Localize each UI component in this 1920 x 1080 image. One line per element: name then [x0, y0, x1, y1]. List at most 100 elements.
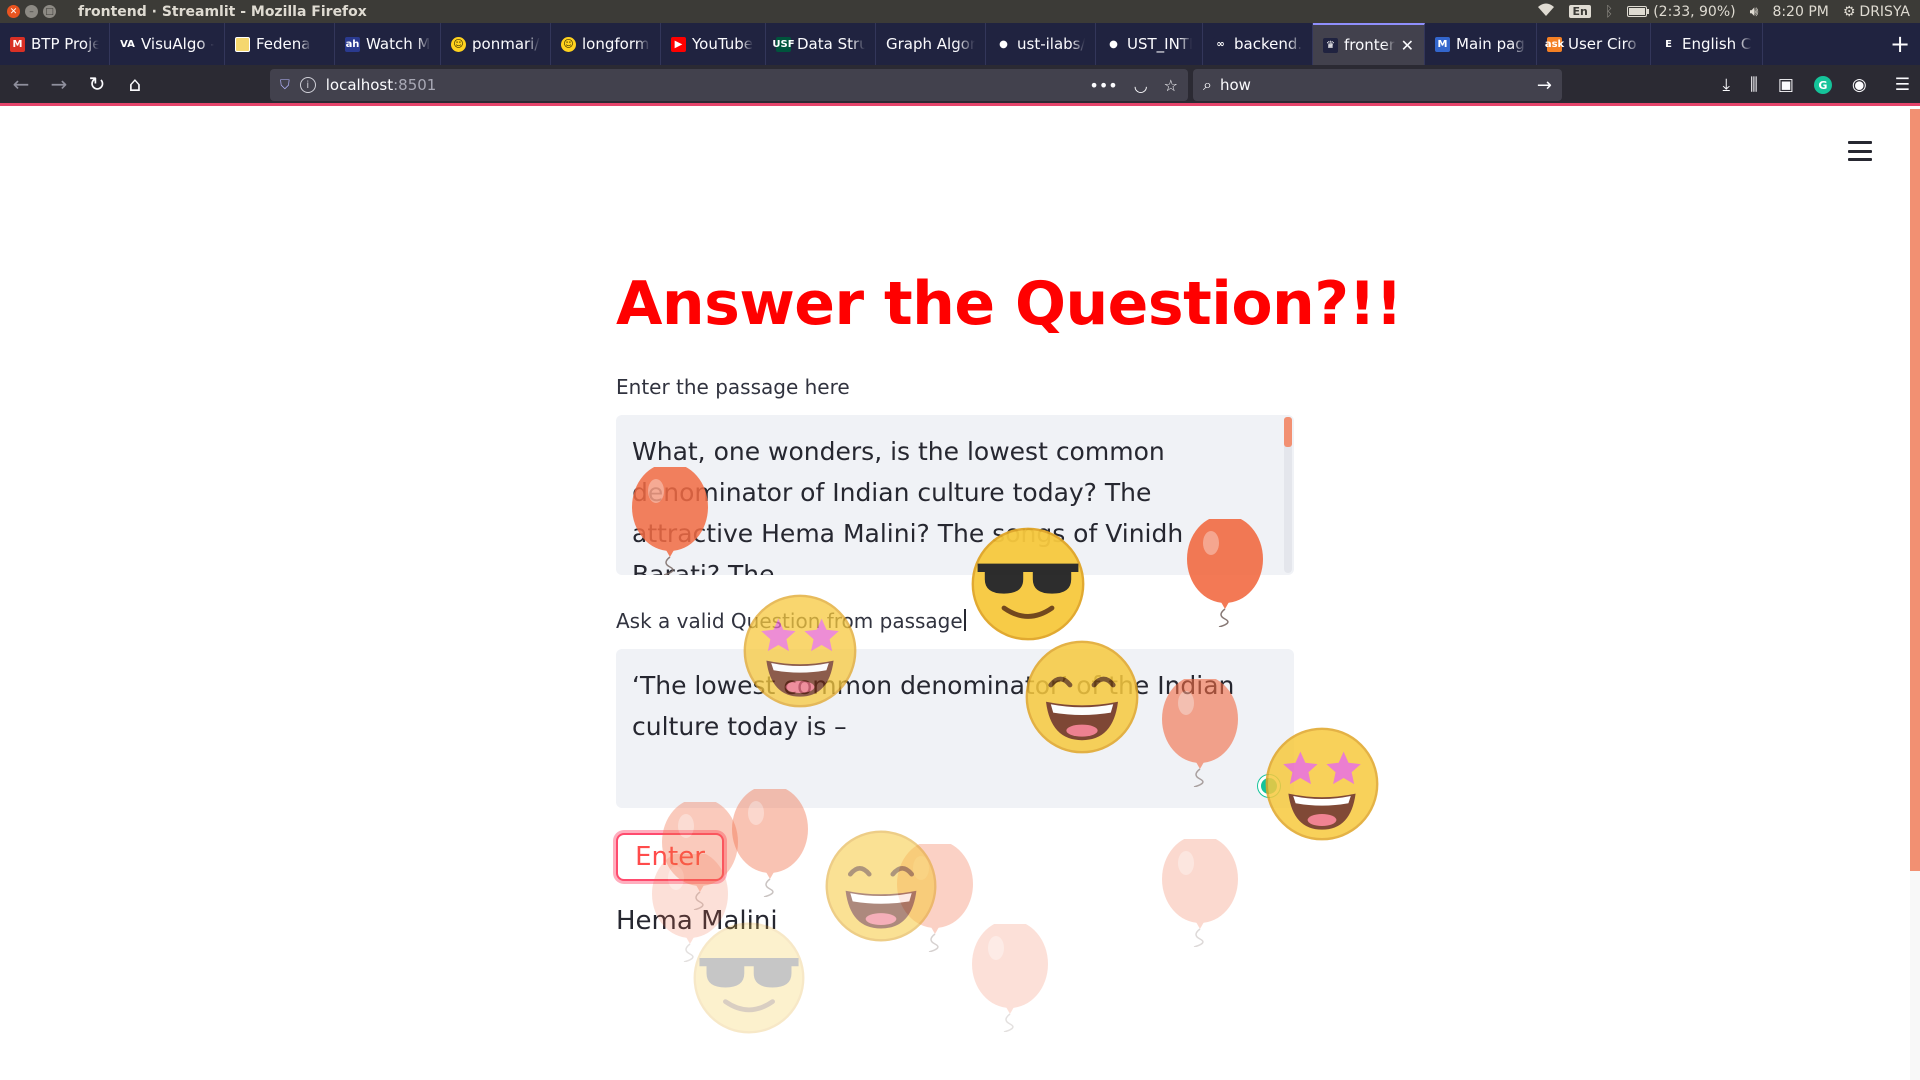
text-cursor	[963, 609, 966, 631]
usf-icon: USF	[772, 36, 795, 52]
tab-label: Main page	[1456, 35, 1526, 53]
grammarly-extension-icon[interactable]: G	[1813, 76, 1832, 94]
page-actions-menu-icon[interactable]: •••	[1089, 76, 1117, 95]
tab-label: longformer	[582, 35, 650, 53]
tab-14[interactable]: M Main page	[1425, 23, 1537, 65]
clock[interactable]: 8:20 PM	[1772, 4, 1828, 20]
answer-output: Hema Malini	[616, 906, 778, 936]
tab-5[interactable]: ☺ ponmari/Q	[441, 23, 551, 65]
url-host: localhost	[325, 76, 394, 94]
os-top-panel: ✕ – □ frontend · Streamlit - Mozilla Fir…	[0, 0, 1920, 23]
gear-icon: ⚙	[1842, 3, 1856, 20]
tab-close-icon[interactable]: ✕	[1401, 36, 1414, 55]
visualgo-icon: VA	[120, 36, 135, 52]
balloons-celebration	[0, 109, 1920, 1080]
passage-scrollbar[interactable]	[1284, 417, 1292, 573]
browser-tab-strip: M BTP Project VA VisuAlgo - Fedena ah Watch Mo…	[0, 23, 1920, 65]
tracking-protection-shield-icon[interactable]: ⛉	[280, 78, 290, 93]
page-icon	[235, 36, 250, 52]
youtube-icon: ▶	[671, 36, 686, 52]
tab-6[interactable]: ☺ longformer	[551, 23, 661, 65]
pocket-icon[interactable]: ◡	[1134, 76, 1148, 95]
huggingface-icon: ☺	[451, 36, 466, 52]
mediawiki-icon: M	[1435, 36, 1450, 52]
tab-label: Watch Mov	[366, 35, 430, 53]
forward-button[interactable]: →	[40, 68, 78, 100]
question-text: ‘The lowest common denominator’ of the I…	[632, 671, 1235, 741]
tab-8[interactable]: USFData Struct	[766, 23, 876, 65]
tab-label: ust-ilabs/ili	[1017, 35, 1085, 53]
browser-navigation-bar: ← → ↻ ⌂ ⛉ i localhost:8501 ••• ◡ ☆ ⌕ how…	[0, 65, 1920, 106]
tab-label: UST_INTER	[1127, 35, 1192, 53]
library-icon[interactable]: ⫼	[1750, 75, 1758, 95]
huggingface-icon: ☺	[561, 36, 576, 52]
page-title: Answer the Question?!!	[616, 269, 1403, 339]
account-icon[interactable]: ◉	[1852, 75, 1867, 95]
tab-1[interactable]: M BTP Project	[0, 23, 110, 65]
balloon-9	[972, 924, 1048, 1032]
tab-4[interactable]: ah Watch Mov	[335, 23, 441, 65]
bookmark-star-icon[interactable]: ☆	[1164, 76, 1178, 95]
tab-label: fronter	[1344, 36, 1396, 54]
tab-11[interactable]: ● UST_INTER	[1096, 23, 1203, 65]
tab-label: English Cor	[1682, 35, 1752, 53]
tab-label: YouTube	[692, 35, 753, 53]
tab-2[interactable]: VA VisuAlgo -	[110, 23, 225, 65]
tab-13[interactable]: ♛ fronter ✕	[1313, 23, 1425, 65]
tab-3[interactable]: Fedena	[225, 23, 335, 65]
streamlit-page: Answer the Question?!! Enter the passage…	[0, 109, 1920, 1080]
volume-icon[interactable]: 🔊︎	[1750, 4, 1759, 20]
balloon-6	[897, 844, 973, 952]
passage-label: Enter the passage here	[616, 375, 850, 399]
tab-16[interactable]: E English Cor	[1651, 23, 1763, 65]
enter-button[interactable]: Enter	[616, 833, 724, 881]
bluetooth-icon[interactable]: ᛒ	[1605, 4, 1613, 20]
wifi-icon[interactable]	[1537, 3, 1555, 21]
sidebar-icon[interactable]: ▣	[1778, 75, 1794, 95]
passage-textarea[interactable]: What, one wonders, is the lowest common …	[616, 415, 1294, 575]
home-button[interactable]: ⌂	[116, 68, 154, 100]
passage-scrollbar-thumb[interactable]	[1284, 417, 1292, 447]
menu-icon[interactable]: ☰	[1895, 75, 1910, 95]
search-input[interactable]: how	[1220, 76, 1251, 94]
grammarly-badge-icon[interactable]	[1258, 775, 1280, 797]
streamlit-main-menu-button[interactable]	[1848, 141, 1872, 161]
new-tab-button[interactable]: +	[1880, 23, 1920, 65]
tab-15[interactable]: askUser Ciro S	[1537, 23, 1651, 65]
balloon-7	[1162, 839, 1238, 947]
gmail-icon: M	[10, 36, 25, 52]
tab-9[interactable]: Graph Algorith	[876, 23, 986, 65]
streamlit-icon: ♛	[1323, 37, 1338, 53]
page-scrollbar-thumb[interactable]	[1910, 109, 1920, 871]
search-go-icon[interactable]: →	[1537, 75, 1552, 96]
search-bar[interactable]: ⌕ how →	[1193, 69, 1562, 101]
tab-label: Data Struct	[797, 35, 865, 53]
wiki-icon: E	[1661, 36, 1676, 52]
window-maximize-icon[interactable]: □	[43, 5, 56, 18]
question-textarea[interactable]: ‘The lowest common denominator’ of the I…	[616, 649, 1294, 808]
downloads-icon[interactable]: ⤓	[1723, 75, 1731, 95]
tab-label: Graph Algorith	[886, 35, 975, 53]
movie-icon: ah	[345, 36, 360, 52]
github-icon: ●	[1106, 36, 1121, 52]
url-bar[interactable]: ⛉ i localhost:8501 ••• ◡ ☆	[270, 69, 1188, 101]
battery-status: (2:33, 90%)	[1653, 3, 1736, 20]
tab-label: VisuAlgo -	[141, 35, 214, 53]
battery-indicator[interactable]: (2:33, 90%)	[1627, 3, 1736, 20]
window-minimize-icon[interactable]: –	[25, 5, 38, 18]
user-menu[interactable]: ⚙ DRISYA	[1843, 4, 1910, 20]
tab-label: User Ciro S	[1568, 35, 1640, 53]
window-close-icon[interactable]: ✕	[7, 5, 20, 18]
site-info-icon[interactable]: i	[299, 77, 316, 93]
search-icon: ⌕	[1203, 75, 1212, 94]
stackexchange-icon: ask	[1544, 36, 1565, 52]
system-tray: En ᛒ (2:33, 90%) 🔊︎ 8:20 PM ⚙ DRISYA	[1537, 0, 1910, 23]
back-button[interactable]: ←	[2, 68, 40, 100]
reload-button[interactable]: ↻	[78, 68, 116, 100]
tab-12[interactable]: ∞ backend.ipy	[1203, 23, 1313, 65]
tab-10[interactable]: ● ust-ilabs/ili	[986, 23, 1096, 65]
keyboard-layout-indicator[interactable]: En	[1569, 5, 1591, 18]
grinning-emoji	[825, 830, 937, 942]
tab-7[interactable]: ▶ YouTube	[661, 23, 766, 65]
page-scrollbar[interactable]	[1910, 109, 1920, 1080]
